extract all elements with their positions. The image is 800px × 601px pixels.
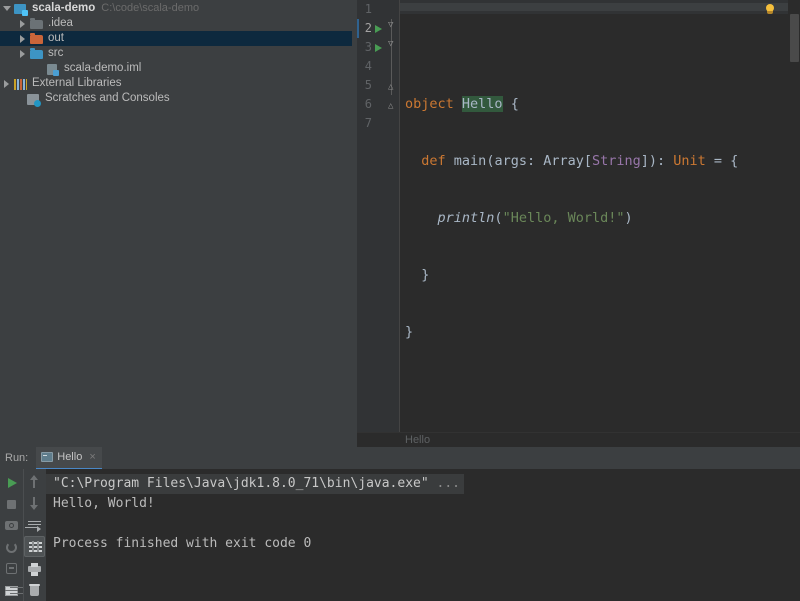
editor-code-text[interactable]: object Hello { def main(args: Array[Stri… <box>405 0 738 437</box>
brace-open: { <box>510 96 519 112</box>
console-line-command[interactable]: "C:\Program Files\Java\jdk1.8.0_71\bin\j… <box>46 474 464 494</box>
fold-marker-end-icon[interactable]: △ <box>388 102 393 111</box>
tree-item-label: External Libraries <box>32 77 122 89</box>
scroll-to-end-button[interactable] <box>24 536 46 557</box>
close-icon[interactable]: × <box>89 451 95 463</box>
params-end: = { <box>705 153 739 169</box>
console-line-status: Process finished with exit code 0 <box>53 536 312 551</box>
tree-item-label: Scratches and Consoles <box>45 92 170 104</box>
expand-arrow-right-icon[interactable] <box>16 19 29 28</box>
intention-lightbulb-icon[interactable] <box>763 3 777 17</box>
expand-arrow-right-icon[interactable] <box>16 34 29 43</box>
keyword-def: def <box>421 153 446 169</box>
console-vertical-scrollbar[interactable] <box>789 469 800 601</box>
run-toolbar-column-primary <box>0 469 23 601</box>
iml-file-icon <box>45 62 61 76</box>
tree-item-external-libraries[interactable]: External Libraries <box>0 76 352 91</box>
tree-item-label: scala-demo <box>32 2 96 14</box>
run-gutter-icon[interactable] <box>375 25 382 33</box>
run-tool-window-header: Run: Hello × <box>0 446 800 470</box>
fold-marker-expanded-icon[interactable]: ▽ <box>388 40 393 49</box>
project-tool-window: scala-demo C:\code\scala-demo .idea out … <box>0 0 352 447</box>
run-label: Run: <box>5 452 29 464</box>
code-line-4: println("Hello, World!") <box>437 210 633 226</box>
scroll-down-button[interactable] <box>24 493 45 513</box>
camera-snapshot-button[interactable] <box>1 515 22 536</box>
expand-arrow-right-icon[interactable] <box>0 79 13 88</box>
folder-icon <box>29 47 45 61</box>
restart-button[interactable] <box>1 537 22 558</box>
editor-scroll-thumb[interactable] <box>790 14 799 62</box>
string-literal: "Hello, World!" <box>502 210 625 226</box>
console-line-command-wrapper: "C:\Program Files\Java\jdk1.8.0_71\bin\j… <box>46 474 800 494</box>
folder-icon <box>29 32 45 46</box>
run-tab-hello[interactable]: Hello × <box>36 446 102 470</box>
editor-vertical-scrollbar[interactable] <box>788 0 800 447</box>
run-content: "C:\Program Files\Java\jdk1.8.0_71\bin\j… <box>0 469 800 601</box>
run-toolbar <box>0 469 46 601</box>
tree-item-src[interactable]: src <box>0 46 352 61</box>
editor-breadcrumb[interactable]: Hello <box>357 432 800 447</box>
params-start: (args: Array[ <box>486 153 592 169</box>
layout-settings-button[interactable] <box>1 580 22 601</box>
code-editor[interactable]: 1 2 3 4 5 6 7 ▽ ▽ △ △ object Hello {def… <box>357 0 800 447</box>
type-unit: Unit <box>673 153 706 169</box>
fold-marker-end-icon[interactable]: △ <box>388 83 393 92</box>
tree-item-path: C:\code\scala-demo <box>101 2 200 14</box>
tree-item-label: .idea <box>48 17 73 29</box>
brace-close-outer: } <box>405 324 414 340</box>
tree-item-label: out <box>48 32 64 44</box>
expand-arrow-right-icon[interactable] <box>16 49 29 58</box>
code-line-5: } <box>405 266 738 285</box>
command-text: "C:\Program Files\Java\jdk1.8.0_71\bin\j… <box>53 476 437 491</box>
brace-close-inner: } <box>421 267 430 283</box>
tree-item-label: src <box>48 47 64 59</box>
intellij-idea-window: scala-demo C:\code\scala-demo .idea out … <box>0 0 800 601</box>
run-tab-label: Hello <box>57 451 83 463</box>
clear-all-button[interactable] <box>24 579 45 599</box>
editor-fold-strip[interactable]: ▽ ▽ △ △ <box>388 0 400 447</box>
keyword-object: object <box>405 96 454 112</box>
console-line-output: Hello, World! <box>53 496 155 511</box>
tree-item-out[interactable]: out <box>0 31 352 46</box>
scratches-icon <box>26 92 42 107</box>
run-gutter-icon[interactable] <box>375 44 382 52</box>
soft-wrap-button[interactable] <box>24 515 45 535</box>
run-tool-window: Run: Hello × "C:\Program Files\Java\jdk1… <box>0 446 800 601</box>
fold-marker-expanded-icon[interactable]: ▽ <box>388 21 393 30</box>
class-name-hello: Hello <box>461 96 503 112</box>
line-marker-bar <box>357 19 359 38</box>
tree-item-idea[interactable]: .idea <box>0 16 352 31</box>
code-line-6: } <box>405 323 738 342</box>
function-println: println <box>437 210 495 226</box>
params-mid: ]): <box>640 153 674 169</box>
code-line-2: object Hello { <box>405 95 738 114</box>
method-name-main: main <box>453 153 487 169</box>
project-tree: scala-demo C:\code\scala-demo .idea out … <box>0 0 352 107</box>
breadcrumb-item[interactable]: Hello <box>405 434 430 446</box>
tree-item-scala-demo[interactable]: scala-demo C:\code\scala-demo <box>0 1 352 16</box>
rerun-button[interactable] <box>1 472 22 493</box>
fold-ellipsis[interactable]: ... <box>437 476 460 491</box>
scroll-up-button[interactable] <box>24 472 45 492</box>
print-button[interactable] <box>24 558 45 578</box>
code-line-3: def main(args: Array[String]): Unit = { <box>405 152 738 171</box>
export-button[interactable] <box>1 558 22 579</box>
module-icon <box>13 2 29 16</box>
console-icon <box>41 452 54 462</box>
library-icon <box>13 77 29 91</box>
expand-arrow-down-icon[interactable] <box>0 6 13 11</box>
stop-button[interactable] <box>1 494 22 515</box>
tree-item-scratches-and-consoles[interactable]: Scratches and Consoles <box>0 91 352 107</box>
console-output[interactable]: "C:\Program Files\Java\jdk1.8.0_71\bin\j… <box>46 469 800 601</box>
tree-item-label: scala-demo.iml <box>64 62 142 74</box>
type-string: String <box>591 153 641 169</box>
run-toolbar-column-secondary <box>22 469 47 601</box>
folder-icon <box>29 17 45 31</box>
tree-item-scala-demo-iml[interactable]: scala-demo.iml <box>0 61 352 76</box>
